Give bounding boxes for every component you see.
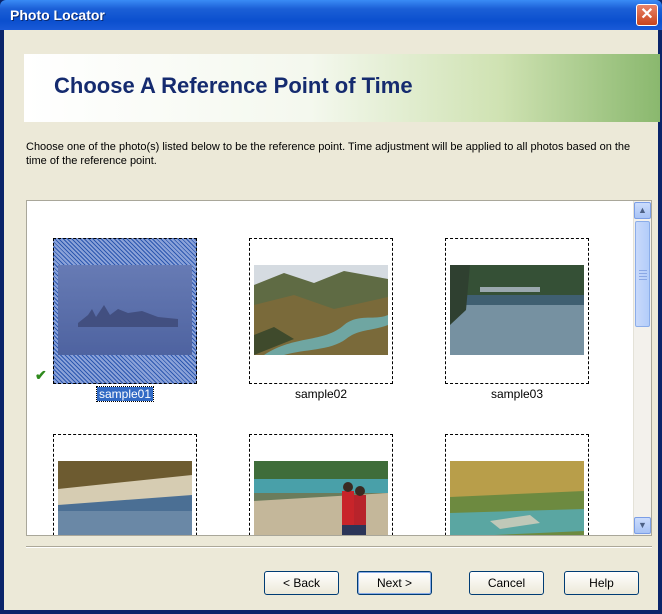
photo-image xyxy=(254,461,388,535)
photo-image xyxy=(254,265,388,355)
help-button[interactable]: Help xyxy=(564,571,639,595)
scrollbar-thumb[interactable] xyxy=(635,221,650,327)
scroll-up-button[interactable]: ▲ xyxy=(634,202,651,219)
photo-image xyxy=(450,265,584,355)
grip-line xyxy=(639,270,647,271)
checkmark-icon: ✔ xyxy=(35,367,47,383)
photo-thumbnail[interactable] xyxy=(53,434,197,535)
photo-thumbnail-sample01[interactable] xyxy=(53,238,197,384)
back-button[interactable]: < Back xyxy=(264,571,339,595)
photo-image xyxy=(58,461,192,535)
wizard-header-banner: Choose A Reference Point of Time xyxy=(24,54,660,122)
photo-caption-label: sample02 xyxy=(294,387,348,401)
dialog-body: Choose A Reference Point of Time Choose … xyxy=(4,30,660,610)
grip-line xyxy=(639,273,647,274)
grip-line xyxy=(639,276,647,277)
photo-thumbnail-sample03[interactable] xyxy=(445,238,589,384)
next-button[interactable]: Next > xyxy=(357,571,432,595)
close-icon: ✕ xyxy=(640,6,654,23)
divider xyxy=(26,546,652,548)
photo-caption-label: sample01 xyxy=(95,386,155,402)
grip-line xyxy=(639,279,647,280)
photo-image xyxy=(450,461,584,535)
photo-gallery: sample01 sample02 sample03 ✔ ▲ ▼ xyxy=(26,200,652,536)
photo-thumbnail-sample02[interactable] xyxy=(249,238,393,384)
dialog-window: Photo Locator ✕ Choose A Reference Point… xyxy=(0,0,662,614)
photo-image xyxy=(58,265,192,355)
vertical-scrollbar[interactable]: ▲ ▼ xyxy=(633,201,651,535)
photo-thumbnail[interactable] xyxy=(249,434,393,535)
photo-caption[interactable]: sample02 xyxy=(249,387,393,401)
chevron-down-icon: ▼ xyxy=(638,520,647,530)
cancel-button[interactable]: Cancel xyxy=(469,571,544,595)
scroll-down-button[interactable]: ▼ xyxy=(634,517,651,534)
instruction-text: Choose one of the photo(s) listed below … xyxy=(26,141,631,167)
title-bar[interactable]: Photo Locator ✕ xyxy=(0,0,662,30)
page-title: Choose A Reference Point of Time xyxy=(54,73,413,98)
close-button[interactable]: ✕ xyxy=(636,4,658,26)
photo-thumbnail[interactable] xyxy=(445,434,589,535)
photo-caption-label: sample03 xyxy=(490,387,544,401)
chevron-up-icon: ▲ xyxy=(638,205,647,215)
photo-caption[interactable]: sample01 xyxy=(53,386,197,402)
photo-caption[interactable]: sample03 xyxy=(445,387,589,401)
window-title: Photo Locator xyxy=(10,7,105,23)
